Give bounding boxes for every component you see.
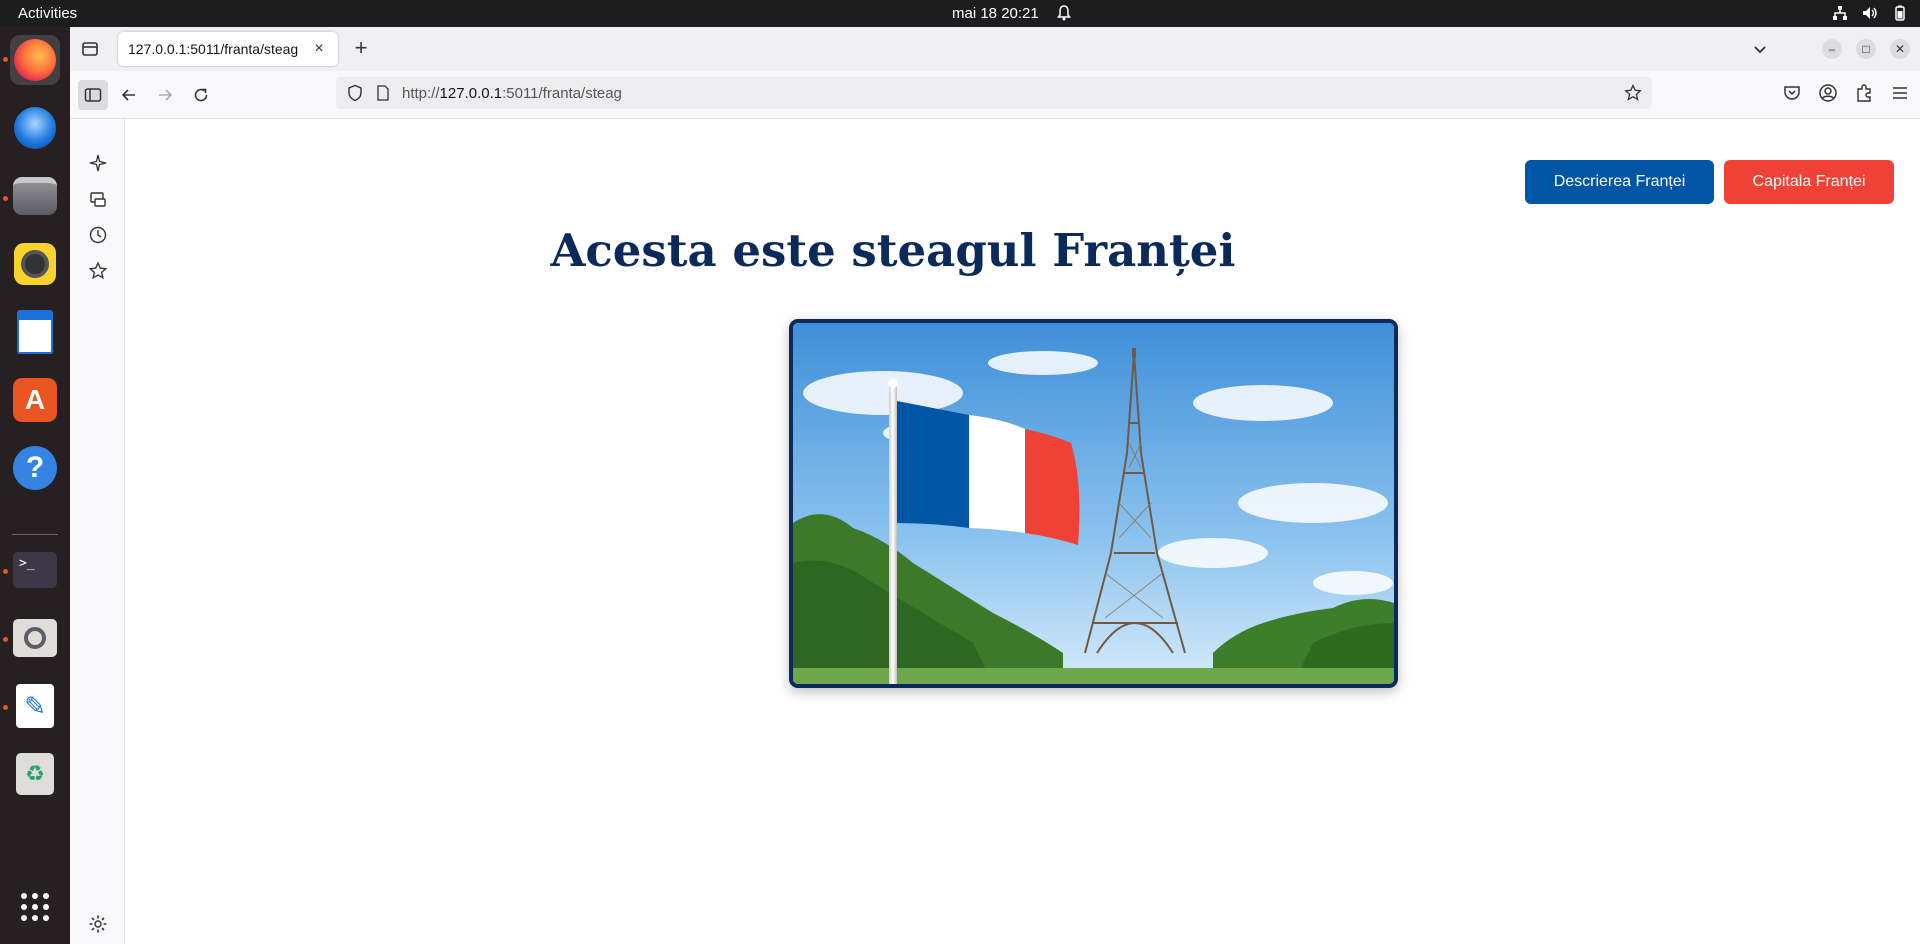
extensions-icon[interactable]: [1854, 83, 1874, 103]
back-arrow-icon: [121, 89, 135, 101]
back-button[interactable]: [114, 80, 144, 110]
pocket-icon[interactable]: [1782, 83, 1802, 103]
url-scheme: http://: [402, 84, 440, 102]
terminal-icon: >_: [13, 552, 57, 588]
help-icon: ?: [13, 446, 57, 490]
dock-terminal[interactable]: >_: [10, 545, 60, 595]
dock-thunderbird[interactable]: [10, 103, 60, 153]
clock[interactable]: mai 18 20:21: [952, 5, 1039, 22]
tracking-protection-icon[interactable]: [346, 84, 364, 102]
tab-active[interactable]: 127.0.0.1:5011/franta/steag ×: [118, 32, 338, 66]
bookmarks-icon[interactable]: [88, 261, 108, 281]
firefox-window: 127.0.0.1:5011/franta/steag × + – □ ✕ ht…: [70, 27, 1920, 944]
new-tab-button[interactable]: +: [348, 36, 374, 62]
dock-writer[interactable]: [10, 307, 60, 357]
dock-help[interactable]: ?: [10, 443, 60, 493]
url-text[interactable]: http://127.0.0.1:5011/franta/steag: [402, 85, 622, 102]
files-icon: [13, 177, 57, 215]
browser-sidebar: [70, 119, 125, 944]
notification-bell-icon: [1057, 5, 1071, 21]
toolbar-right: [1782, 83, 1910, 103]
battery-icon: [1892, 5, 1908, 21]
writer-icon: [17, 310, 53, 354]
description-button[interactable]: Descrierea Franței: [1525, 160, 1714, 204]
sidebar-icon: [84, 88, 102, 102]
url-bar[interactable]: http://127.0.0.1:5011/franta/steag: [336, 77, 1652, 109]
dock-rhythmbox[interactable]: [10, 239, 60, 289]
system-tray[interactable]: [1832, 5, 1908, 21]
volume-icon: [1862, 5, 1878, 21]
firefox-icon: [14, 39, 56, 81]
thunderbird-icon: [14, 107, 56, 149]
page-icon[interactable]: [376, 85, 390, 101]
dock-trash[interactable]: ♻: [10, 749, 60, 799]
show-apps-button[interactable]: [10, 882, 60, 932]
activities-button[interactable]: Activities: [18, 5, 77, 22]
url-host: 127.0.0.1: [439, 84, 503, 102]
tab-bar: 127.0.0.1:5011/franta/steag × + – □ ✕: [70, 27, 1920, 71]
eiffel-tower-flag-image: [793, 323, 1394, 684]
reload-button[interactable]: [186, 80, 216, 110]
page-title: Acesta este steagul Franței: [550, 224, 1236, 277]
capital-button[interactable]: Capitala Franței: [1724, 160, 1894, 204]
show-apps-icon: [21, 893, 49, 921]
page-content: Descrierea Franței Capitala Franței Aces…: [126, 120, 1920, 944]
dock-firefox[interactable]: [10, 35, 60, 85]
navigation-toolbar: http://127.0.0.1:5011/franta/steag: [70, 71, 1920, 119]
tab-title: 127.0.0.1:5011/franta/steag: [128, 41, 299, 57]
firefox-view-icon[interactable]: [78, 37, 102, 61]
reload-icon: [194, 88, 208, 102]
bookmark-star-icon[interactable]: [1624, 84, 1642, 102]
text-editor-icon: ✎: [16, 684, 54, 728]
account-icon[interactable]: [1818, 83, 1838, 103]
sidebar-toggle-button[interactable]: [78, 80, 108, 110]
dock-text-editor[interactable]: ✎: [10, 681, 60, 731]
window-controls: – □ ✕: [1822, 39, 1910, 59]
synced-tabs-icon[interactable]: [88, 189, 108, 209]
dock: A ? >_ ✎ ♻: [0, 27, 70, 944]
rhythmbox-icon: [14, 243, 56, 285]
url-path: :5011/franta/steag: [502, 84, 622, 102]
flag-photo: [789, 319, 1398, 688]
list-all-tabs-icon[interactable]: [1750, 39, 1770, 59]
system-top-bar: Activities mai 18 20:21: [0, 0, 1920, 27]
dock-image-viewer[interactable]: [10, 613, 60, 663]
dock-files[interactable]: [10, 171, 60, 221]
customize-sidebar-gear-icon[interactable]: [88, 914, 108, 934]
image-viewer-icon: [13, 619, 57, 657]
forward-button[interactable]: [150, 80, 180, 110]
history-icon[interactable]: [88, 225, 108, 245]
maximize-icon[interactable]: □: [1856, 39, 1876, 59]
close-window-icon[interactable]: ✕: [1890, 39, 1910, 59]
network-icon: [1832, 5, 1848, 21]
minimize-icon[interactable]: –: [1822, 39, 1842, 59]
trash-icon: ♻: [16, 753, 54, 795]
tab-close-icon[interactable]: ×: [310, 40, 328, 58]
app-center-icon: A: [13, 378, 57, 422]
hamburger-menu-icon[interactable]: [1890, 83, 1910, 103]
ai-chatbot-icon[interactable]: [88, 153, 108, 173]
dock-app-center[interactable]: A: [10, 375, 60, 425]
forward-arrow-icon: [159, 89, 173, 101]
